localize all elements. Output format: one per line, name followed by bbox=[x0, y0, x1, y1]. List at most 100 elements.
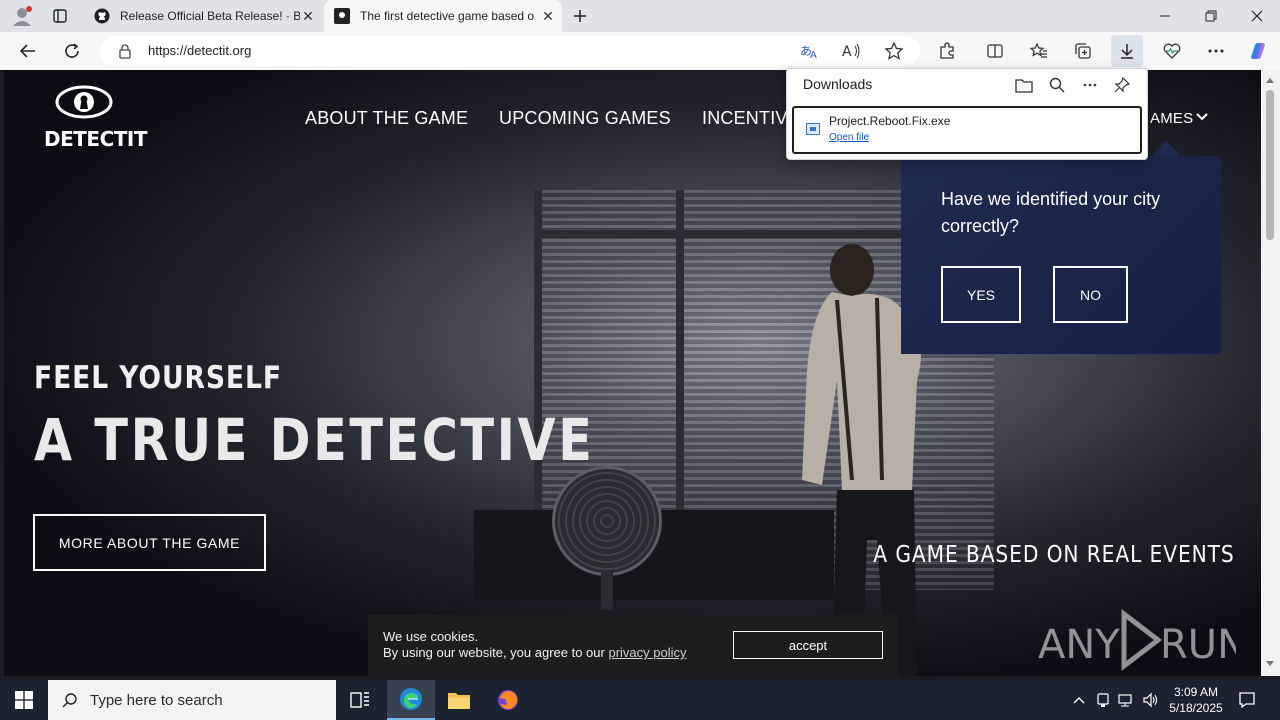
tab-actions-button[interactable] bbox=[40, 0, 80, 32]
hero-title: A TRUE DETECTIVE bbox=[34, 406, 595, 474]
download-icon bbox=[1121, 44, 1133, 59]
split-screen-icon bbox=[987, 44, 1003, 58]
hero-subtitle: FEEL YOURSELF bbox=[34, 360, 282, 396]
puzzle-icon bbox=[940, 42, 954, 59]
watermark-any: ANY bbox=[1038, 622, 1120, 668]
cookie-accept-button[interactable]: accept bbox=[733, 631, 883, 659]
more-about-game-button[interactable]: MORE ABOUT THE GAME bbox=[33, 514, 266, 571]
extensions-button[interactable] bbox=[931, 35, 963, 67]
tray-volume-button[interactable] bbox=[1139, 680, 1161, 720]
task-view-icon bbox=[350, 692, 369, 708]
task-view-button[interactable] bbox=[336, 680, 384, 720]
restore-icon bbox=[1205, 10, 1217, 22]
taskbar-firefox-app[interactable] bbox=[484, 680, 532, 720]
city-confirmation-popup: Have we identified your city correctly? … bbox=[901, 156, 1221, 354]
search-downloads-button[interactable] bbox=[1046, 74, 1068, 96]
downloads-title: Downloads bbox=[803, 76, 873, 92]
logo-text[interactable]: DETECTIT bbox=[44, 127, 147, 151]
favorite-button[interactable] bbox=[884, 41, 904, 66]
nav-upcoming-games[interactable]: UPCOMING GAMES bbox=[499, 108, 671, 129]
network-icon bbox=[1118, 694, 1132, 707]
search-icon bbox=[1049, 77, 1065, 93]
city-no-button[interactable]: NO bbox=[1053, 266, 1128, 323]
folder-icon bbox=[1015, 79, 1033, 93]
taskbar-edge-app[interactable] bbox=[387, 680, 435, 720]
folder-icon bbox=[448, 693, 470, 709]
windows-logo-icon bbox=[15, 691, 33, 709]
split-screen-button[interactable] bbox=[979, 35, 1011, 67]
back-button[interactable] bbox=[12, 35, 44, 67]
tab-title: Release Official Beta Release! · Bl bbox=[120, 9, 300, 23]
tab-github[interactable]: Release Official Beta Release! · Bl ✕ bbox=[84, 0, 322, 32]
cookie-line-1: We use cookies. bbox=[383, 629, 479, 644]
start-button[interactable] bbox=[0, 680, 48, 720]
show-hidden-icons-button[interactable] bbox=[1068, 680, 1090, 720]
pin-downloads-button[interactable] bbox=[1111, 74, 1133, 96]
address-bar[interactable]: https://detectit.org あ A A bbox=[100, 36, 920, 66]
read-aloud-button[interactable]: A bbox=[842, 42, 862, 65]
detectit-logo-icon[interactable] bbox=[44, 84, 124, 124]
translate-button[interactable]: あ A bbox=[800, 42, 820, 65]
web-page: DETECTIT ABOUT THE GAME UPCOMING GAMES I… bbox=[4, 70, 1261, 676]
favorites-icon bbox=[1030, 42, 1047, 58]
close-window-button[interactable] bbox=[1234, 0, 1280, 32]
downloads-button[interactable] bbox=[1111, 35, 1143, 67]
tab-detectit[interactable]: The first detective game based on ✕ bbox=[324, 0, 562, 32]
download-file-name: Project.Reboot.Fix.exe bbox=[829, 114, 951, 128]
profile-icon bbox=[13, 6, 32, 26]
minimize-button[interactable] bbox=[1142, 0, 1188, 32]
tray-device-button[interactable] bbox=[1092, 680, 1114, 720]
chevron-up-icon bbox=[1073, 697, 1085, 704]
exe-file-icon bbox=[806, 123, 820, 135]
cookie-line-2-text: By using our website, you agree to our bbox=[383, 645, 609, 660]
scroll-up-icon[interactable] bbox=[1265, 76, 1275, 84]
city-yes-button[interactable]: YES bbox=[941, 266, 1021, 323]
notification-icon bbox=[1239, 692, 1255, 709]
url-text: https://detectit.org bbox=[148, 43, 252, 58]
plus-icon bbox=[574, 10, 586, 22]
new-tab-button[interactable] bbox=[560, 0, 600, 32]
page-scrollbar[interactable] bbox=[1261, 70, 1280, 676]
heartbeat-icon bbox=[1163, 43, 1181, 59]
collections-button[interactable] bbox=[1067, 35, 1099, 67]
chevron-down-icon[interactable] bbox=[1195, 112, 1209, 122]
cookie-line-2: By using our website, you agree to our p… bbox=[383, 645, 687, 661]
tab-strip: Release Official Beta Release! · Bl ✕ Th… bbox=[0, 0, 1280, 32]
taskbar-search-placeholder: Type here to search bbox=[90, 691, 223, 709]
lock-icon[interactable] bbox=[118, 43, 132, 59]
read-aloud-icon: A bbox=[842, 43, 860, 60]
cookie-banner: We use cookies. By using our website, yo… bbox=[368, 615, 898, 676]
restore-button[interactable] bbox=[1188, 0, 1234, 32]
background-fan-stand bbox=[601, 570, 613, 610]
scrollbar-thumb[interactable] bbox=[1266, 90, 1274, 240]
open-file-link[interactable]: Open file bbox=[829, 132, 869, 143]
collections-icon bbox=[1075, 43, 1091, 59]
settings-menu-button[interactable] bbox=[1200, 35, 1232, 67]
taskbar-search-box[interactable]: Type here to search bbox=[48, 680, 336, 720]
tray-network-button[interactable] bbox=[1115, 680, 1137, 720]
city-popup-pointer bbox=[1152, 140, 1180, 156]
nav-incentives[interactable]: INCENTIV bbox=[702, 108, 788, 129]
star-icon bbox=[884, 41, 904, 60]
refresh-button[interactable] bbox=[56, 35, 88, 67]
downloads-more-options-button[interactable] bbox=[1079, 74, 1101, 96]
tab-close-button[interactable]: ✕ bbox=[300, 8, 316, 24]
background-fan bbox=[552, 466, 662, 576]
taskbar-clock[interactable]: 3:09 AM 5/18/2025 bbox=[1164, 684, 1228, 716]
copilot-button[interactable] bbox=[1242, 35, 1274, 67]
nav-about-the-game[interactable]: ABOUT THE GAME bbox=[305, 108, 468, 129]
profile-button[interactable] bbox=[2, 0, 42, 32]
device-icon bbox=[1097, 693, 1109, 707]
nav-games[interactable]: AMES bbox=[1150, 110, 1193, 127]
download-item[interactable]: Project.Reboot.Fix.exe Open file bbox=[792, 106, 1142, 154]
browser-essentials-button[interactable] bbox=[1156, 35, 1188, 67]
open-downloads-folder-button[interactable] bbox=[1013, 74, 1035, 96]
anyrun-watermark: ANY RUN bbox=[1038, 608, 1236, 672]
scroll-down-icon[interactable] bbox=[1265, 660, 1275, 668]
favorites-button[interactable] bbox=[1023, 35, 1055, 67]
taskbar-file-explorer-app[interactable] bbox=[435, 680, 483, 720]
notification-center-button[interactable] bbox=[1232, 680, 1262, 720]
watermark-run: RUN bbox=[1160, 622, 1236, 668]
tab-close-button[interactable]: ✕ bbox=[540, 8, 556, 24]
privacy-policy-link[interactable]: privacy policy bbox=[608, 645, 686, 660]
